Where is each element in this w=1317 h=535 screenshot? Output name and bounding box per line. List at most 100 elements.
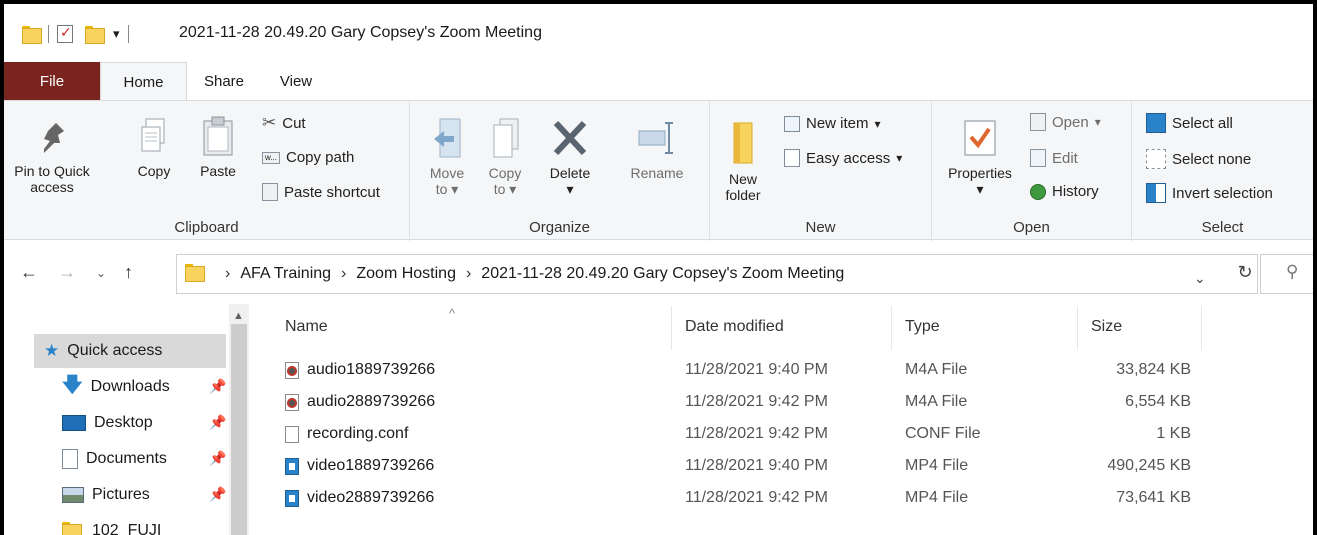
pin-icon[interactable]: 📌 [209,378,226,395]
copy-to-button[interactable]: Copy to ▾ [482,115,528,197]
column-header-size[interactable]: Size [1091,318,1122,336]
forward-arrow-icon[interactable]: → [58,262,76,283]
nav-item-desktop[interactable]: Desktop [62,406,153,440]
select-group: Select all Select none Invert selection … [1132,101,1313,241]
select-all-button[interactable]: Select all [1146,113,1233,133]
select-all-icon [1146,113,1166,133]
address-dropdown-chevron-icon[interactable]: ⌄ [1194,270,1206,287]
edit-button[interactable]: Edit [1030,149,1078,167]
breadcrumb-afa-training[interactable]: AFA Training [240,265,331,283]
select-none-icon [1146,149,1166,169]
rename-button[interactable]: Rename [624,115,690,181]
tab-home[interactable]: Home [100,62,187,101]
nav-item-downloads[interactable]: 🡇 Downloads [62,370,170,404]
rename-icon [638,122,673,154]
download-arrow-icon: 🡇 [62,374,83,396]
scroll-up-icon[interactable]: ▲ [233,310,244,322]
nav-item-documents[interactable]: Documents [62,442,167,476]
tab-view[interactable]: View [261,62,331,101]
file-name: recording.conf [307,425,409,442]
select-none-label: Select none [1172,150,1252,168]
paste-icon [203,116,233,156]
delete-button[interactable]: Delete ▾ [538,115,602,197]
column-divider[interactable] [671,306,672,350]
paste-button[interactable]: Paste [192,115,244,179]
new-folder-button[interactable]: New folder [718,119,768,203]
select-none-button[interactable]: Select none [1146,149,1251,169]
cut-label: Cut [282,114,306,132]
table-row[interactable]: audio1889739266 11/28/2021 9:40 PM M4A F… [249,356,1313,386]
copy-path-label: Copy path [286,149,355,166]
open-button[interactable]: Open ▾ [1030,113,1101,131]
move-to-label-1: Move [429,165,465,181]
nav-item-102-fuji[interactable]: 102_FUJI [62,514,161,535]
delete-label: Delete [549,165,591,181]
size-cell: 33,824 KB [1116,361,1191,378]
easy-access-button[interactable]: Easy access ▾ [784,149,902,167]
star-icon: ★ [44,341,60,360]
file-name-cell: recording.conf [285,425,408,443]
breadcrumb-current-folder[interactable]: 2021-11-28 20.49.20 Gary Copsey's Zoom M… [481,265,844,283]
pin-icon[interactable]: 📌 [209,414,226,431]
nav-item-label: Desktop [94,414,153,431]
date-modified-cell: 11/28/2021 9:40 PM [685,457,828,474]
up-arrow-icon[interactable]: ↑ [124,262,133,283]
column-divider[interactable] [891,306,892,350]
properties-check-icon[interactable] [57,24,73,43]
recent-locations-chevron-icon[interactable]: ⌄ [96,266,106,280]
back-arrow-icon[interactable]: ← [20,262,38,283]
address-row: ← → ⌄ ↑ › AFA Training › Zoom Hosting › … [4,242,1313,302]
column-divider[interactable] [1077,306,1078,350]
breadcrumb-zoom-hosting[interactable]: Zoom Hosting [356,265,456,283]
properties-button[interactable]: Properties ▾ [940,115,1020,197]
column-header-name[interactable]: Name [285,318,328,336]
date-modified-cell: 11/28/2021 9:40 PM [685,361,828,378]
tab-file[interactable]: File [4,62,100,101]
clipboard-group: Pin to Quick access Copy Paste ✂ Cut w..… [4,101,410,241]
move-to-button[interactable]: Move to ▾ [424,115,470,197]
table-row[interactable]: video1889739266 11/28/2021 9:40 PM MP4 F… [249,452,1313,482]
pin-to-quick-access-button[interactable]: Pin to Quick access [6,119,98,195]
history-button[interactable]: History [1030,183,1099,200]
pictures-icon [62,487,84,503]
type-cell: M4A File [905,361,968,378]
nav-item-label: 102_FUJI [92,522,162,535]
size-cell: 6,554 KB [1125,393,1191,410]
new-group-label: New [805,219,836,236]
nav-pane-scrollbar[interactable]: ▲ [229,304,249,535]
table-row[interactable]: recording.conf 11/28/2021 9:42 PM CONF F… [249,420,1313,450]
new-folder-icon[interactable] [85,26,105,44]
refresh-icon[interactable]: ↻ [1232,262,1258,290]
invert-selection-button[interactable]: Invert selection [1146,183,1273,203]
column-header-date-modified[interactable]: Date modified [685,318,784,336]
copy-to-label-1: Copy [488,165,522,181]
cut-button[interactable]: ✂ Cut [262,113,306,133]
paste-shortcut-button[interactable]: Paste shortcut [262,183,380,201]
customize-toolbar-dropdown-icon[interactable]: ▾ [113,26,120,42]
address-bar[interactable]: › AFA Training › Zoom Hosting › 2021-11-… [176,254,1258,294]
open-group: Properties ▾ Open ▾ Edit History Open [932,101,1132,241]
audio-file-icon [285,361,299,379]
nav-item-pictures[interactable]: Pictures [62,478,150,512]
desktop-icon [62,415,86,431]
file-name: video1889739266 [307,457,435,474]
navigation-pane: ★ Quick access 🡇 Downloads 📌 Desktop 📌 D… [4,304,249,535]
pin-icon[interactable]: 📌 [209,450,226,467]
table-row[interactable]: audio2889739266 11/28/2021 9:42 PM M4A F… [249,388,1313,418]
scrollbar-thumb[interactable] [231,324,247,535]
date-modified-cell: 11/28/2021 9:42 PM [685,393,828,410]
video-file-icon [285,457,299,475]
date-modified-cell: 11/28/2021 9:42 PM [685,425,828,442]
table-row[interactable]: video2889739266 11/28/2021 9:42 PM MP4 F… [249,484,1313,514]
edit-icon [1030,149,1046,167]
new-item-button[interactable]: New item ▾ [784,115,881,132]
tab-share[interactable]: Share [187,62,261,101]
nav-item-quick-access[interactable]: ★ Quick access [34,334,226,368]
folder-icon [185,264,207,284]
edit-label: Edit [1052,149,1078,167]
copy-button[interactable]: Copy [132,115,176,179]
copy-path-button[interactable]: w... Copy path [262,149,354,166]
pin-icon[interactable]: 📌 [209,486,226,503]
column-divider[interactable] [1201,306,1202,350]
column-header-type[interactable]: Type [905,318,940,336]
